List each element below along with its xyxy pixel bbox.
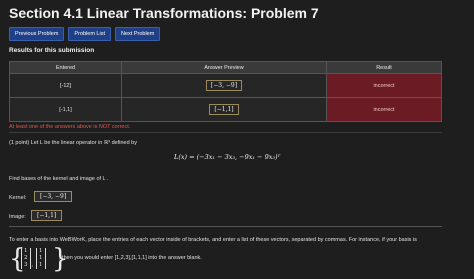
vector-entry: 1 xyxy=(39,248,43,254)
preview-cell: [−3, −9] xyxy=(120,73,328,98)
results-heading: Results for this submission xyxy=(9,47,95,54)
problem-list-button[interactable]: Problem List xyxy=(68,27,111,41)
problem-navigation: Previous Problem Problem List Next Probl… xyxy=(9,27,161,41)
image-answer-field[interactable]: [−1,1] xyxy=(31,210,63,221)
column-header-answer-preview: Answer Preview xyxy=(120,61,328,74)
table-row: [-1,1] [−1,1] incorrect xyxy=(9,97,442,122)
example-vector: 1 2 3 xyxy=(21,248,31,269)
entered-cell: [-1,1] xyxy=(9,97,122,122)
problem-statement: (1 point) Let L be the linear operator i… xyxy=(9,132,442,279)
page-title: Section 4.1 Linear Transformations: Prob… xyxy=(9,5,319,21)
transformation-formula: L(x) = (−3x₁ − 3x₃, −9x₁ − 9x₃)ᵀ xyxy=(174,153,281,161)
instructions-text: To enter a basis into WeBWorK, place the… xyxy=(9,237,417,243)
example-instructions: , then you would enter [1,2,3],[1,1,1] i… xyxy=(59,255,202,261)
example-basis: 1 2 3 , 1 1 1 xyxy=(20,248,47,269)
answer-preview: [−1,1] xyxy=(209,104,239,115)
vector-entry: 1 xyxy=(24,248,28,254)
preview-cell: [−1,1] xyxy=(120,97,328,122)
divider xyxy=(9,226,442,227)
kernel-answer-field[interactable]: [−3, −9] xyxy=(34,191,73,202)
results-table: Entered Answer Preview Result [-12] [−3,… xyxy=(9,61,442,122)
next-problem-button[interactable]: Next Problem xyxy=(115,27,161,41)
incorrect-warning: At least one of the answers above is NOT… xyxy=(9,124,131,130)
column-header-entered: Entered xyxy=(9,61,122,74)
example-vector: 1 1 1 xyxy=(36,248,46,269)
previous-problem-button[interactable]: Previous Problem xyxy=(9,27,65,41)
vector-entry: 1 xyxy=(39,262,43,268)
result-cell: incorrect xyxy=(326,73,442,98)
entered-cell: [-12] xyxy=(9,73,122,98)
image-label: Image: xyxy=(9,214,26,220)
problem-intro: (1 point) Let L be the linear operator i… xyxy=(9,140,137,146)
result-cell: incorrect xyxy=(326,97,442,122)
vector-entry: 1 xyxy=(39,255,43,261)
column-header-result: Result xyxy=(326,61,442,74)
answer-preview: [−3, −9] xyxy=(205,80,243,91)
vector-entry: 2 xyxy=(24,255,28,261)
kernel-label: Kernel: xyxy=(9,195,27,201)
vector-entry: 3 xyxy=(24,262,28,268)
table-row: [-12] [−3, −9] incorrect xyxy=(9,73,442,98)
problem-task: Find bases of the kernel and image of L … xyxy=(9,176,109,182)
